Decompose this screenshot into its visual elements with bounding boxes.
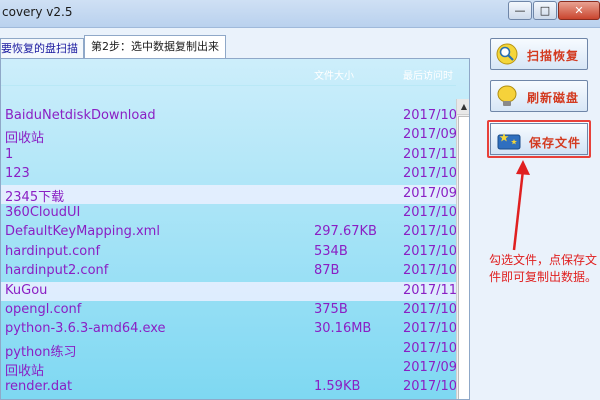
file-row[interactable]: python练习 2017/10 xyxy=(1,340,458,360)
file-name: 2345下载 xyxy=(5,189,65,205)
file-date: 2017/11 xyxy=(403,146,458,162)
annotation-text: 勾选文件，点保存文件即可复制出数据。 xyxy=(489,253,598,284)
file-row[interactable]: 回收站 2017/09 xyxy=(1,359,458,380)
file-size: 534B xyxy=(314,243,348,259)
file-row[interactable]: 回收站 2017/09 xyxy=(1,126,458,147)
refresh-disk-label: 刷新磁盘 xyxy=(527,91,580,105)
minimize-button[interactable]: — xyxy=(508,1,532,20)
save-stars-icon xyxy=(497,133,521,150)
file-name: 回收站 xyxy=(5,131,45,147)
file-date: 2017/10 xyxy=(403,243,458,259)
file-name: 回收站 xyxy=(5,364,45,380)
action-sidebar: 扫描恢复 刷新磁盘 保存文件 xyxy=(482,28,600,400)
file-name: python练习 xyxy=(5,344,77,360)
file-name: KuGou xyxy=(5,282,48,298)
file-name: DefaultKeyMapping.xml xyxy=(5,224,160,240)
file-name: render.dat xyxy=(5,379,73,395)
column-header-date[interactable]: 最后访问时 xyxy=(403,67,453,82)
file-date: 2017/10 xyxy=(403,204,458,220)
file-name: python-3.6.3-amd64.exe xyxy=(5,321,166,337)
file-date: 2017/10 xyxy=(403,301,458,317)
vertical-scrollbar[interactable]: ▲ xyxy=(456,99,469,399)
magnifier-icon xyxy=(496,43,518,65)
file-row[interactable]: DefaultKeyMapping.xml 297.67KB 2017/10 xyxy=(1,223,458,242)
file-list: BaiduNetdiskDownload 2017/10 回收站 2017/09 1 20… xyxy=(1,107,458,398)
close-button[interactable]: ✕ xyxy=(558,1,600,20)
maximize-button[interactable]: □ xyxy=(533,1,557,20)
file-size: 1.59KB xyxy=(314,379,361,395)
file-name: 123 xyxy=(5,166,30,182)
file-row[interactable]: render.dat 1.59KB 2017/10 xyxy=(1,378,458,397)
file-row[interactable]: hardinput.conf 534B 2017/10 xyxy=(1,243,458,262)
tab-scan[interactable]: 要恢复的盘扫描 xyxy=(0,38,84,58)
header-divider xyxy=(1,85,456,86)
file-row[interactable]: python-3.6.3-amd64.exe 30.16MB 2017/10 xyxy=(1,320,458,339)
tab-copy-data[interactable]: 第2步：选中数据复制出来 xyxy=(84,35,226,58)
file-name: hardinput2.conf xyxy=(5,263,109,279)
file-date: 2017/10 xyxy=(403,166,458,182)
file-date: 2017/10 xyxy=(403,340,458,356)
column-header-size[interactable]: 文件大小 xyxy=(314,67,354,82)
file-date: 2017/10 xyxy=(403,224,458,240)
file-name: 1 xyxy=(5,146,14,162)
scroll-thumb[interactable] xyxy=(458,116,469,399)
file-name: hardinput.conf xyxy=(5,243,101,259)
file-date: 2017/10 xyxy=(403,379,458,395)
file-row[interactable]: 2345下载 2017/09 xyxy=(1,184,458,205)
save-file-button-face: 保存文件 xyxy=(490,123,588,155)
save-file-label: 保存文件 xyxy=(529,136,582,150)
file-date: 2017/10 xyxy=(403,108,458,123)
file-name: BaiduNetdiskDownload xyxy=(5,108,156,123)
file-name: 360CloudUI xyxy=(5,204,81,220)
file-name: opengl.conf xyxy=(5,301,82,317)
file-row[interactable]: 123 2017/10 xyxy=(1,165,458,184)
save-file-button[interactable]: 保存文件 xyxy=(487,120,591,158)
file-row[interactable]: hardinput2.conf 87B 2017/10 xyxy=(1,262,458,281)
file-size: 297.67KB xyxy=(314,224,377,240)
file-row[interactable]: 360CloudUI 2017/10 xyxy=(1,204,458,223)
refresh-disk-button[interactable]: 刷新磁盘 xyxy=(490,80,588,112)
file-row[interactable]: 1 2017/11 xyxy=(1,146,458,165)
scan-recover-label: 扫描恢复 xyxy=(527,49,580,63)
file-row[interactable]: BaiduNetdiskDownload 2017/10 xyxy=(1,107,458,126)
file-list-panel: 文件大小 最后访问时 BaiduNetdiskDownload 2017/10 回收… xyxy=(0,58,470,400)
file-size: 375B xyxy=(314,301,348,317)
lightbulb-icon xyxy=(497,85,517,106)
file-date: 2017/10 xyxy=(403,263,458,279)
file-row[interactable]: KuGou 2017/11 xyxy=(1,281,458,301)
file-size: 30.16MB xyxy=(314,321,372,337)
scan-recover-button[interactable]: 扫描恢复 xyxy=(490,38,588,70)
file-date: 2017/11 xyxy=(403,282,458,298)
window-title: covery v2.5 xyxy=(2,5,73,19)
file-date: 2017/09 xyxy=(403,360,458,376)
main-frame: 要恢复的盘扫描 第2步：选中数据复制出来 文件大小 最后访问时 BaiduNet… xyxy=(0,28,600,400)
title-bar: covery v2.5 — □ ✕ xyxy=(0,0,600,28)
file-date: 2017/10 xyxy=(403,321,458,337)
file-row[interactable]: opengl.conf 375B 2017/10 xyxy=(1,301,458,320)
file-date: 2017/09 xyxy=(403,185,458,201)
file-date: 2017/09 xyxy=(403,127,458,143)
file-size: 87B xyxy=(314,263,340,279)
scroll-up-icon[interactable]: ▲ xyxy=(457,99,469,115)
list-header: 文件大小 最后访问时 xyxy=(1,65,456,86)
